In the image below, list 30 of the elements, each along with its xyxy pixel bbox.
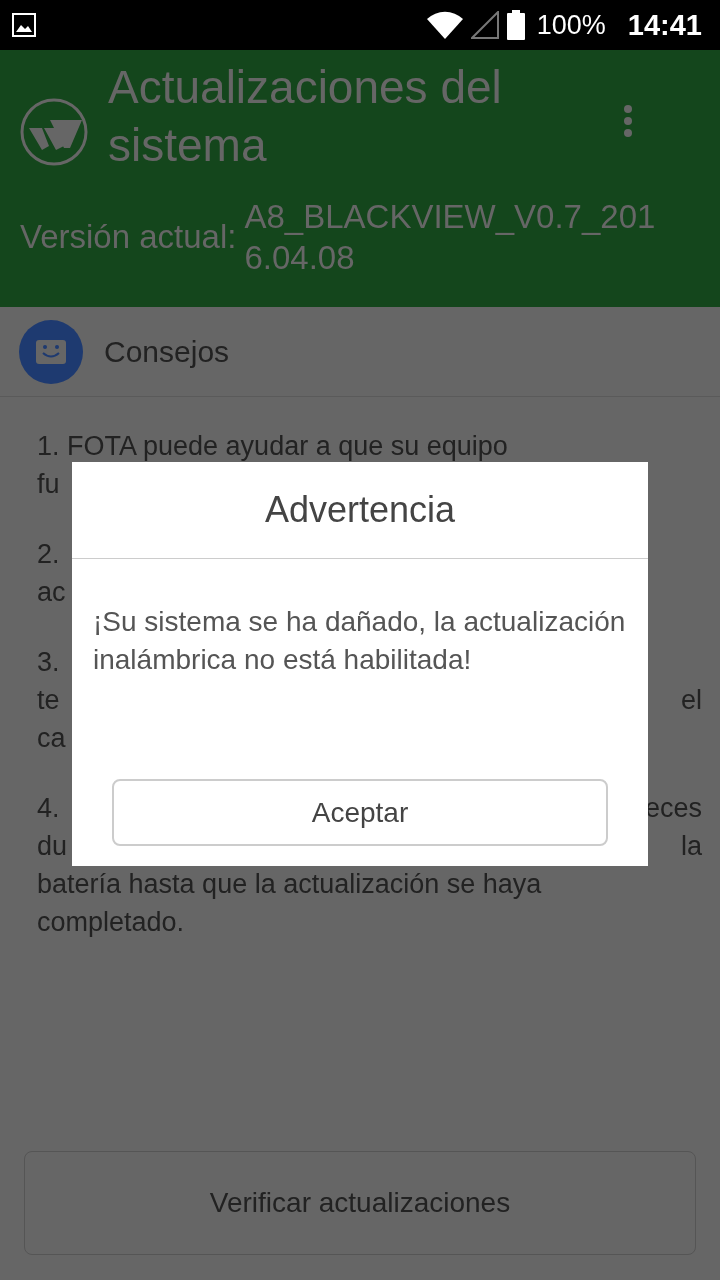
tip-text: batería hasta que la actualización se haya — [37, 868, 542, 901]
section-title: Consejos — [104, 334, 230, 369]
tip-text: la — [681, 830, 702, 863]
tip-text: ac — [37, 576, 66, 609]
tip-text: 1. FOTA puede ayudar a que su equipo — [37, 430, 508, 463]
accept-button[interactable]: Aceptar — [112, 779, 608, 846]
app-title: Actualizaciones del sistema — [108, 60, 503, 173]
tip-text: 2. — [37, 538, 60, 571]
version-label: Versión actual: — [20, 217, 237, 257]
tip-text: du — [37, 830, 68, 863]
battery-level: 100% — [536, 9, 606, 41]
tip-text: ca — [37, 722, 66, 755]
tip-text: te — [37, 684, 60, 717]
dialog-title: Advertencia — [72, 462, 648, 559]
signal-icon — [470, 11, 499, 39]
tip-text: completado. — [37, 906, 185, 939]
logo-icon — [20, 98, 88, 166]
smiley-icon — [19, 319, 83, 384]
tip-text: el — [681, 684, 702, 717]
tip-text: eces — [644, 792, 702, 825]
overflow-menu-icon — [622, 104, 634, 138]
version-value: A8_BLACKVIEW_V0.7_2016.04.08 — [244, 197, 657, 278]
battery-icon — [506, 10, 525, 40]
tip-text: fu — [37, 468, 60, 501]
wifi-icon — [426, 11, 463, 39]
tip-text: 4. — [37, 792, 60, 825]
clock: 14:41 — [627, 8, 702, 42]
dialog-message: ¡Su sistema se ha dañado, la actualización inalámbrica no está habilitada! — [92, 605, 627, 677]
image-icon — [12, 13, 36, 37]
tip-text: 3. — [37, 646, 60, 679]
